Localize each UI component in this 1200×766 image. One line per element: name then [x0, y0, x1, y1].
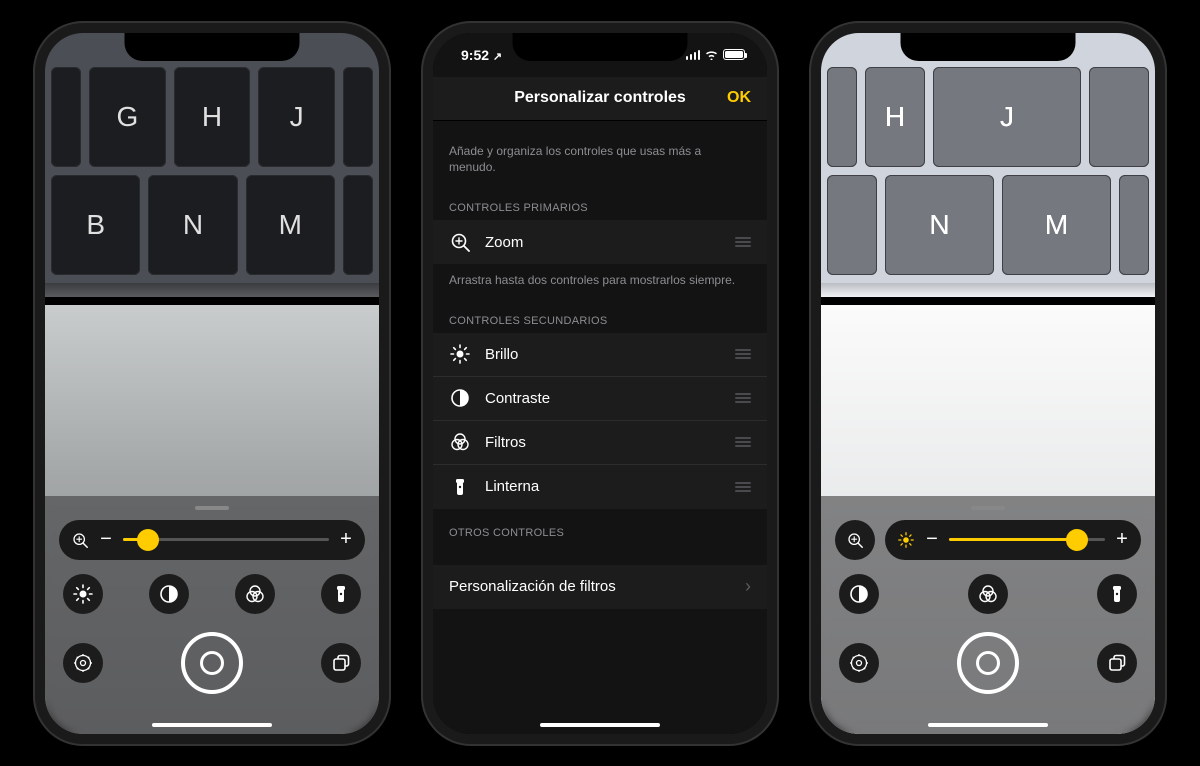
notch	[901, 33, 1076, 61]
zoom-minus[interactable]: −	[99, 528, 113, 551]
contrast-icon	[449, 388, 471, 408]
key: N	[148, 175, 237, 275]
battery-icon	[723, 49, 745, 60]
flashlight-icon	[449, 477, 471, 497]
zoom-icon	[71, 532, 89, 548]
zoom-slider[interactable]: − +	[59, 520, 365, 560]
slider-thumb[interactable]	[1066, 529, 1088, 551]
brightness-icon	[449, 344, 471, 364]
brightness-button[interactable]	[63, 574, 103, 614]
control-row-zoom[interactable]: Zoom	[433, 220, 767, 264]
flashlight-button[interactable]	[321, 574, 361, 614]
zoom-button[interactable]	[835, 520, 875, 560]
magnifier-controls-panel[interactable]: − +	[45, 496, 379, 734]
wifi-icon	[704, 49, 719, 60]
status-time: 9:52 ↗	[461, 47, 502, 63]
key: B	[51, 175, 140, 275]
drag-handle[interactable]	[735, 349, 751, 359]
chevron-right-icon: ›	[745, 576, 751, 597]
primary-hint: Arrastra hasta dos controles para mostra…	[433, 264, 767, 297]
filters-icon	[449, 432, 471, 452]
magnifier-controls-panel[interactable]: − +	[821, 496, 1155, 734]
filters-button[interactable]	[235, 574, 275, 614]
phone-magnifier-brightness: H J N M	[809, 21, 1167, 746]
notch	[513, 33, 688, 61]
section-header-primary: CONTROLES PRIMARIOS	[433, 184, 767, 220]
home-indicator[interactable]	[540, 723, 660, 727]
nav-title: Personalizar controles	[514, 89, 686, 107]
key: M	[246, 175, 335, 275]
filters-button[interactable]	[968, 574, 1008, 614]
signal-icon	[686, 50, 701, 60]
row-label: Personalización de filtros	[449, 578, 731, 595]
row-label: Zoom	[485, 234, 721, 251]
panel-grabber[interactable]	[195, 506, 229, 510]
control-row-brightness[interactable]: Brillo	[433, 333, 767, 377]
zoom-icon	[449, 232, 471, 252]
drag-handle[interactable]	[735, 437, 751, 447]
zoom-plus[interactable]: +	[339, 528, 353, 551]
row-label: Linterna	[485, 478, 721, 495]
drag-handle[interactable]	[735, 393, 751, 403]
control-row-contrast[interactable]: Contraste	[433, 377, 767, 421]
key: J	[258, 67, 335, 167]
key: N	[885, 175, 994, 275]
key: M	[1002, 175, 1111, 275]
settings-button[interactable]	[839, 643, 879, 683]
settings-button[interactable]	[63, 643, 103, 683]
brightness-plus[interactable]: +	[1115, 528, 1129, 551]
drag-handle[interactable]	[735, 237, 751, 247]
row-label: Filtros	[485, 434, 721, 451]
brightness-slider[interactable]: − +	[885, 520, 1141, 560]
slider-thumb[interactable]	[137, 529, 159, 551]
multiview-button[interactable]	[1097, 643, 1137, 683]
brightness-icon	[897, 532, 915, 548]
control-row-flashlight[interactable]: Linterna	[433, 465, 767, 509]
shutter-button[interactable]	[957, 632, 1019, 694]
control-row-filters[interactable]: Filtros	[433, 421, 767, 465]
flashlight-button[interactable]	[1097, 574, 1137, 614]
drag-handle[interactable]	[735, 482, 751, 492]
home-indicator[interactable]	[928, 723, 1048, 727]
intro-text: Añade y organiza los controles que usas …	[433, 121, 767, 185]
contrast-button[interactable]	[839, 574, 879, 614]
panel-grabber[interactable]	[971, 506, 1005, 510]
notch	[125, 33, 300, 61]
phone-magnifier-default: G H J B N M −	[33, 21, 391, 746]
section-header-secondary: CONTROLES SECUNDARIOS	[433, 297, 767, 333]
filter-customization-row[interactable]: Personalización de filtros ›	[433, 565, 767, 609]
multiview-button[interactable]	[321, 643, 361, 683]
contrast-button[interactable]	[149, 574, 189, 614]
phone-settings: 9:52 ↗ Personalizar controles OK Añade y…	[421, 21, 779, 746]
key: G	[89, 67, 166, 167]
key: J	[933, 67, 1081, 167]
brightness-minus[interactable]: −	[925, 528, 939, 551]
section-header-other: OTROS CONTROLES	[433, 509, 767, 545]
nav-bar: Personalizar controles OK	[433, 77, 767, 121]
row-label: Brillo	[485, 346, 721, 363]
row-label: Contraste	[485, 390, 721, 407]
key: H	[865, 67, 925, 167]
shutter-button[interactable]	[181, 632, 243, 694]
home-indicator[interactable]	[152, 723, 272, 727]
ok-button[interactable]: OK	[727, 89, 751, 107]
key: H	[174, 67, 251, 167]
